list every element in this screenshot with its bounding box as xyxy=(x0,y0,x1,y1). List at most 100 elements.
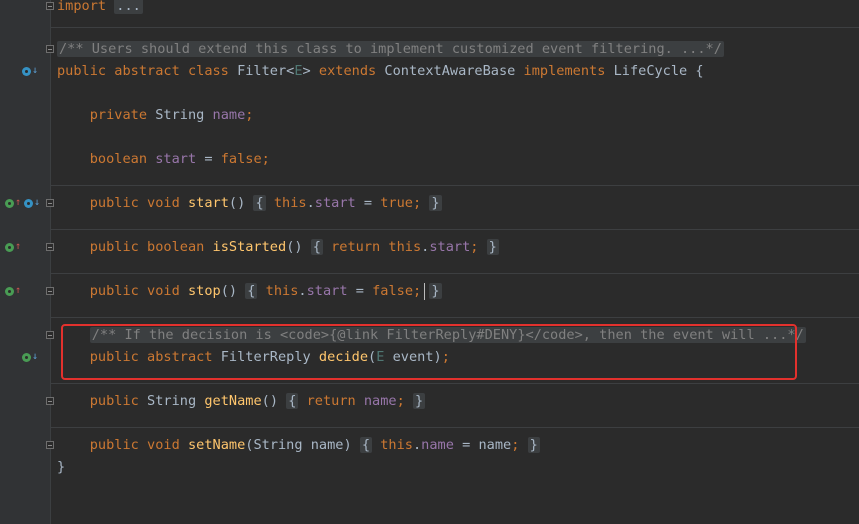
text-caret xyxy=(424,283,425,300)
method-separator xyxy=(51,317,859,318)
code-token: (String name) xyxy=(245,437,360,453)
code-token: start xyxy=(155,151,205,167)
code-token: () xyxy=(228,195,254,211)
fold-toggle-icon[interactable] xyxy=(46,287,54,295)
code-token: implements xyxy=(523,63,614,79)
code-token: public boolean xyxy=(89,239,213,255)
folded-region[interactable]: { xyxy=(253,195,266,211)
code-line[interactable]: public String getName() { return name; } xyxy=(57,390,859,412)
overrides-up-icon[interactable]: ↑ xyxy=(5,284,21,298)
code-line[interactable]: private String name; xyxy=(57,104,859,126)
code-token: start xyxy=(187,195,229,211)
code-line[interactable]: boolean start = false; xyxy=(57,148,859,170)
code-token: this xyxy=(273,195,307,211)
code-token: this xyxy=(380,437,413,453)
code-token: this xyxy=(265,283,299,299)
code-line[interactable]: public void setName(String name) { this.… xyxy=(57,434,859,456)
code-line[interactable]: public abstract class Filter<E> extends … xyxy=(57,60,859,82)
code-token: start xyxy=(429,239,471,255)
code-token: String xyxy=(155,107,213,123)
folded-region[interactable]: { xyxy=(359,437,373,453)
highlight-annotation-box xyxy=(61,324,797,380)
code-token: E xyxy=(294,63,303,79)
method-separator xyxy=(51,273,859,274)
code-token: getName xyxy=(204,393,262,409)
code-token: name xyxy=(212,107,246,123)
folded-region[interactable]: { xyxy=(245,283,258,299)
code-token: public abstract class xyxy=(57,63,238,79)
overrides-implemented-icon[interactable]: ↑ ↓ xyxy=(5,196,40,210)
code-token: ContextAwareBase xyxy=(384,63,524,79)
code-token: isStarted xyxy=(212,239,287,255)
code-token: String xyxy=(147,393,205,409)
code-token: start xyxy=(314,195,364,211)
folded-region[interactable]: { xyxy=(286,393,299,409)
code-token: = xyxy=(204,151,221,167)
implemented-down-icon[interactable]: ↓ xyxy=(22,64,38,78)
code-line[interactable]: /** Users should extend this class to im… xyxy=(57,38,859,60)
method-separator xyxy=(51,229,859,230)
folded-region[interactable]: /** Users should extend this class to im… xyxy=(57,41,724,57)
code-token: private xyxy=(89,107,156,123)
code-token: ; xyxy=(245,107,254,123)
code-token: ; xyxy=(396,393,405,409)
code-token: false; xyxy=(372,283,422,299)
fold-toggle-icon[interactable] xyxy=(46,397,54,405)
code-token: public void xyxy=(89,437,188,453)
code-token: . xyxy=(306,195,315,211)
code-token: setName xyxy=(187,437,246,453)
code-token: return this xyxy=(331,239,422,255)
fold-toggle-icon[interactable] xyxy=(46,331,54,339)
fold-toggle-icon[interactable] xyxy=(46,243,54,251)
code-token: = xyxy=(363,195,381,211)
implemented-down-icon[interactable]: ↓ xyxy=(22,350,38,364)
code-line[interactable]: public void start() { this.start = true;… xyxy=(57,192,859,214)
method-separator xyxy=(51,383,859,384)
code-line[interactable]: } xyxy=(57,456,859,478)
code-token: = name xyxy=(462,437,512,453)
folded-region[interactable]: } xyxy=(429,283,442,299)
code-token: . xyxy=(412,437,422,453)
code-line[interactable]: import ... xyxy=(57,0,859,17)
folded-region[interactable]: ... xyxy=(114,0,143,14)
folded-region[interactable]: } xyxy=(486,239,499,255)
fold-toggle-icon[interactable] xyxy=(46,45,54,53)
fold-toggle-icon[interactable] xyxy=(46,441,54,449)
code-editor[interactable]: import ... /** Users should extend this c… xyxy=(0,0,859,524)
code-token: > xyxy=(302,63,319,79)
code-token: start xyxy=(306,283,356,299)
fold-toggle-icon[interactable] xyxy=(46,199,54,207)
fold-toggle-icon[interactable] xyxy=(46,2,54,10)
code-token: name xyxy=(363,393,397,409)
code-token: LifeCycle { xyxy=(613,63,704,79)
folded-region[interactable]: { xyxy=(310,239,323,255)
code-line[interactable]: public boolean isStarted() { return this… xyxy=(57,236,859,258)
code-token: false; xyxy=(220,151,270,167)
code-token: import xyxy=(57,0,107,14)
code-token: () xyxy=(286,239,311,255)
folded-region[interactable]: } xyxy=(429,195,442,211)
method-separator xyxy=(51,27,859,28)
method-separator xyxy=(51,185,859,186)
code-token: Filter< xyxy=(237,63,295,79)
code-line[interactable]: public void stop() { this.start = false;… xyxy=(57,280,859,302)
code-token: () xyxy=(261,393,287,409)
code-token: name xyxy=(421,437,463,453)
overrides-up-icon[interactable]: ↑ xyxy=(5,240,21,254)
folded-region[interactable]: } xyxy=(527,437,540,453)
code-token: public xyxy=(89,393,148,409)
folded-region[interactable]: } xyxy=(413,393,426,409)
code-token: public void xyxy=(89,283,188,299)
